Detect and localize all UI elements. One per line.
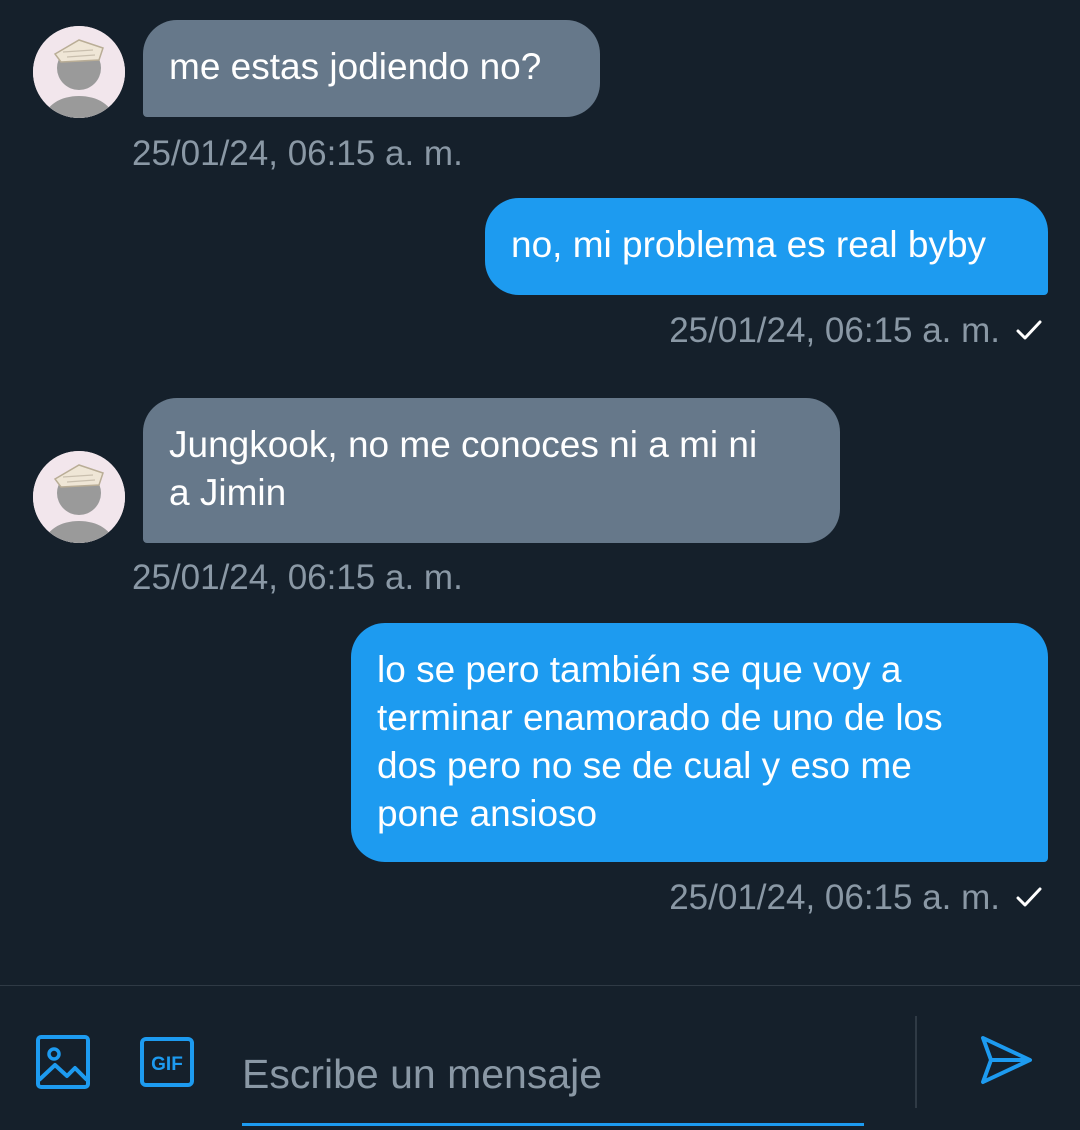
message-timestamp: 25/01/24, 06:15 a. m. xyxy=(669,311,1000,350)
message-bubble-incoming[interactable]: me estas jodiendo no? xyxy=(143,20,600,117)
message-timestamp: 25/01/24, 06:15 a. m. xyxy=(132,134,463,173)
message-bubble-outgoing[interactable]: no, mi problema es real byby xyxy=(485,198,1048,295)
add-gif-button[interactable]: GIF xyxy=(139,1034,195,1090)
image-icon xyxy=(36,1035,90,1089)
check-icon xyxy=(1016,320,1042,340)
dm-conversation-screen: me estas jodiendo no? 25/01/24, 06:15 a.… xyxy=(0,0,1080,1130)
message-timestamp-row: 25/01/24, 06:15 a. m. xyxy=(669,878,1044,918)
gif-label: GIF xyxy=(151,1054,183,1075)
sender-avatar[interactable] xyxy=(33,451,125,543)
send-button[interactable] xyxy=(978,1032,1034,1088)
message-timestamp: 25/01/24, 06:15 a. m. xyxy=(132,558,463,597)
message-bubble-outgoing[interactable]: lo se pero también se que voy a terminar… xyxy=(351,623,1048,862)
send-icon xyxy=(981,1036,1032,1084)
avatar-image xyxy=(33,451,125,543)
composer-divider xyxy=(915,1016,917,1108)
message-timestamp-row: 25/01/24, 06:15 a. m. xyxy=(669,311,1044,351)
avatar-image xyxy=(33,26,125,118)
message-input[interactable] xyxy=(242,1016,864,1126)
message-composer: GIF xyxy=(0,985,1080,1130)
add-image-button[interactable] xyxy=(35,1034,91,1090)
check-icon xyxy=(1016,887,1042,907)
message-bubble-incoming[interactable]: Jungkook, no me conoces ni a mi ni a Jim… xyxy=(143,398,840,543)
message-timestamp: 25/01/24, 06:15 a. m. xyxy=(669,878,1000,917)
gif-icon: GIF xyxy=(140,1037,194,1087)
sender-avatar[interactable] xyxy=(33,26,125,118)
